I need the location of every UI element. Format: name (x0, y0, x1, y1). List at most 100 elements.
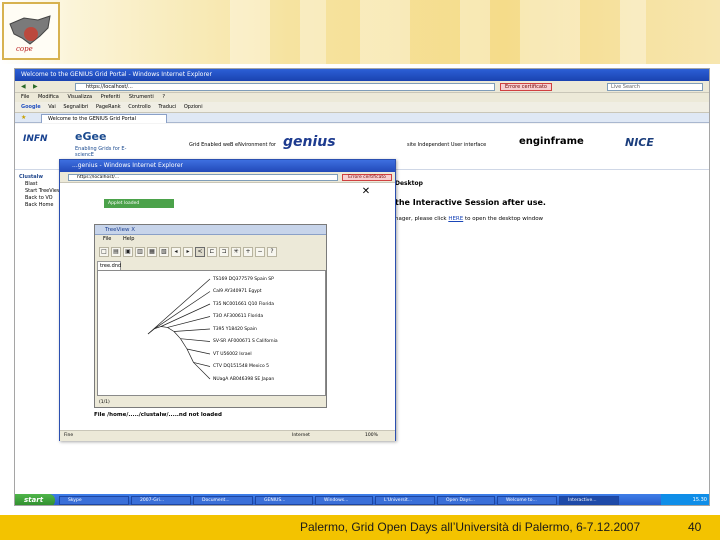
slide-footer-band: Palermo, Grid Open Days all’Università d… (0, 515, 720, 540)
close-icon[interactable]: ✕ (361, 187, 371, 197)
taskbar-clock: 15.30 (661, 494, 709, 505)
taxon-label: VT U56002 Israel (213, 351, 252, 357)
treeview-menu-help[interactable]: Help (123, 236, 134, 242)
slide: cope Welcome to the GENIUS Grid Portal -… (0, 0, 720, 540)
desktop-heading: Desktop (395, 180, 423, 187)
open-folder-icon[interactable]: ▤ (111, 247, 121, 257)
treeview-file-tab[interactable]: tree.dnd (97, 261, 121, 270)
treeview-menu-file[interactable]: File (103, 236, 111, 242)
print-icon[interactable]: ▧ (159, 247, 169, 257)
zoom-out-icon[interactable]: − (255, 247, 265, 257)
menu-tools[interactable]: Strumenti (129, 94, 154, 100)
popup-certificate-error[interactable]: Errore certificato (342, 174, 392, 181)
tree-branch (154, 291, 211, 329)
rectangle-tree-icon[interactable]: ⊏ (207, 247, 217, 257)
help-icon[interactable]: ? (267, 247, 277, 257)
tab-genius-portal[interactable]: Welcome to the GENIUS Grid Portal (41, 114, 167, 123)
taxon-label: TS169 DQ377579 Spain SP (213, 276, 274, 282)
slide-page-number: 40 (688, 520, 702, 534)
radial-tree-icon[interactable]: ✳ (231, 247, 241, 257)
copy-icon[interactable]: ▥ (135, 247, 145, 257)
popup-status-zoom[interactable]: 100% (365, 431, 378, 441)
taskbar-item-4[interactable]: Windows... (315, 496, 373, 505)
infn-logo: INFN (23, 134, 48, 144)
egee-tagline: Enabling Grids for E-sciencE (75, 146, 127, 158)
sicily-logo: cope (2, 2, 60, 60)
certificate-error-badge[interactable]: Errore certificato (500, 83, 552, 91)
toolbar-go[interactable]: Vai (48, 104, 56, 110)
forward-icon[interactable]: ▶ (33, 83, 38, 90)
back-icon[interactable]: ◀ (21, 83, 26, 90)
new-file-icon[interactable]: □ (99, 247, 109, 257)
genius-logo: genius (283, 134, 336, 150)
taskbar-item-2[interactable]: Document... (193, 496, 253, 505)
treeview-canvas: TS169 DQ377579 Spain SP Cal9 AY340971 Egy… (97, 270, 326, 396)
print-preview-icon[interactable]: ▦ (147, 247, 157, 257)
open-desktop-link[interactable]: HERE (448, 216, 463, 222)
nice-logo: NICE (625, 136, 654, 149)
favorites-star-icon[interactable]: ★ (21, 114, 26, 121)
svg-text:cope: cope (16, 45, 33, 53)
treeview-window: TreeView X File Help □ ▤ ▣ ▥ ▦ ▧ ◂ ▸ < ⊏… (94, 224, 327, 408)
taxon-label: T395 Y18420 Spain (213, 326, 257, 332)
tree-branch (167, 327, 175, 332)
popup-address-input[interactable]: https://localhost/... (68, 174, 338, 181)
toolbar-pagerank[interactable]: PageRank (96, 104, 121, 110)
sidebar-item-back-to-vo[interactable]: Back to VO (17, 195, 61, 202)
sidebar-item-back-home[interactable]: Back Home (17, 202, 61, 209)
taskbar-item-1[interactable]: 2007-Gri... (131, 496, 191, 505)
live-search-input[interactable]: Live Search (607, 83, 703, 91)
menu-help[interactable]: ? (162, 94, 165, 100)
tree-branch (186, 348, 211, 355)
address-input[interactable]: https://localhost/... (75, 83, 495, 91)
manager-suffix: to open the desktop window (464, 216, 544, 222)
taskbar-item-8[interactable]: Interactive... (559, 496, 619, 505)
popup-address-bar: https://localhost/... Errore certificato (60, 172, 395, 183)
windows-taskbar: start Skype 2007-Gri... Document... GENI… (15, 494, 709, 505)
menu-edit[interactable]: Modifica (38, 94, 59, 100)
menu-file[interactable]: File (21, 94, 29, 100)
taxon-label: T35 NC001661 Q10 Florida (213, 301, 275, 307)
tree-branch (180, 338, 211, 342)
tree-branch (173, 328, 211, 332)
phylogram-icon[interactable]: ⊐ (219, 247, 229, 257)
toolbar-options[interactable]: Opzioni (184, 104, 203, 110)
toolbar-google[interactable]: Google (21, 104, 41, 110)
taskbar-item-5[interactable]: L'Universit... (375, 496, 435, 505)
taxon-label: NUagA AB046398 SE Japan (213, 376, 275, 382)
toolbar-translate[interactable]: Traduci (158, 104, 176, 110)
save-icon[interactable]: ▣ (123, 247, 133, 257)
treeview-toolbar: □ ▤ ▣ ▥ ▦ ▧ ◂ ▸ < ⊏ ⊐ ✳ + − ? (99, 246, 324, 258)
browser-menu-bar: File Modifica Visualizza Preferiti Strum… (15, 93, 709, 102)
taskbar-item-skype[interactable]: Skype (59, 496, 129, 505)
tree-branch (167, 316, 211, 328)
toolbar-bookmarks[interactable]: Segnalibri (63, 104, 88, 110)
browser-address-bar: ◀ ▶ https://localhost/... Errore certifi… (15, 81, 709, 93)
sidebar-item-blast[interactable]: Blast (17, 181, 61, 188)
tree-branch (160, 326, 168, 328)
menu-favorites[interactable]: Preferiti (101, 94, 121, 100)
tree-branch (147, 278, 211, 335)
sicily-map-icon: cope (9, 15, 51, 53)
taxon-label: T3O AF300611 Florida (213, 314, 264, 319)
taskbar-item-3[interactable]: GENIUS... (255, 496, 313, 505)
taskbar-item-7[interactable]: Welcome to... (497, 496, 557, 505)
start-button[interactable]: start (15, 494, 55, 505)
sidebar-item-clustalw[interactable]: Clustalw (17, 174, 61, 181)
previous-tree-icon[interactable]: ◂ (171, 247, 181, 257)
popup-title-bar: ...genius - Windows Internet Explorer (60, 160, 395, 172)
desktop-manager-text: nager, please click HERE to open the des… (395, 216, 543, 222)
taskbar-item-6[interactable]: Open Days... (437, 496, 495, 505)
toolbar-check[interactable]: Controllo (128, 104, 151, 110)
taxon-label: CTV DQ151548 Mexico 5 (213, 364, 270, 369)
slanted-tree-icon[interactable]: < (195, 247, 205, 257)
tree-branch (180, 338, 188, 350)
taxon-label: Cal9 AY340971 Egypt (213, 289, 262, 294)
treeview-menu: File Help (95, 235, 326, 244)
next-tree-icon[interactable]: ▸ (183, 247, 193, 257)
sidebar-item-start-treeview[interactable]: Start TreeView (17, 188, 61, 195)
popup-status-text: Fine (64, 433, 74, 438)
menu-view[interactable]: Visualizza (67, 94, 92, 100)
treeview-status: (1/1) (99, 400, 110, 405)
zoom-in-icon[interactable]: + (243, 247, 253, 257)
